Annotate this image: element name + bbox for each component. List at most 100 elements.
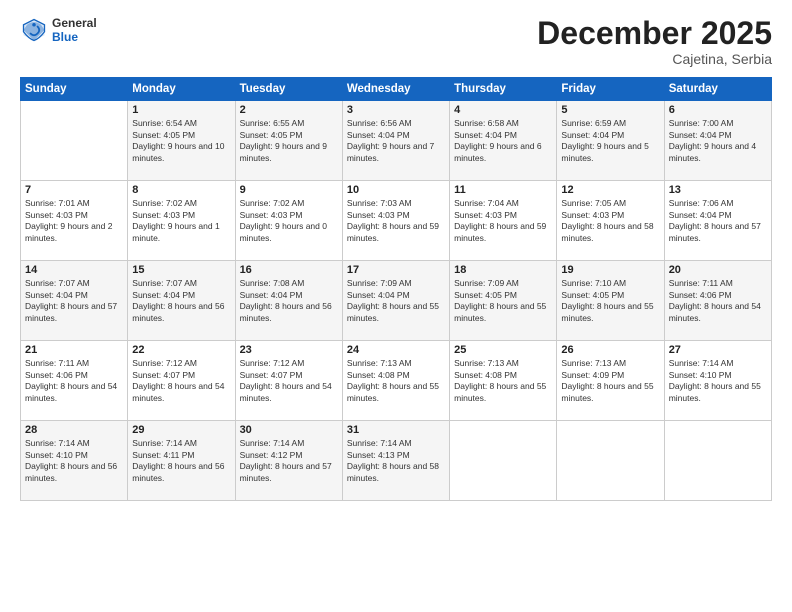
- day-number: 6: [669, 104, 767, 116]
- day-number: 12: [561, 184, 659, 196]
- cell-sunrise: Sunrise: 7:08 AMSunset: 4:04 PMDaylight:…: [240, 278, 332, 322]
- calendar-cell: 1Sunrise: 6:54 AMSunset: 4:05 PMDaylight…: [128, 101, 235, 181]
- calendar-cell: 14 Sunrise: 7:07 AMSunset: 4:04 PMDayligh…: [21, 261, 128, 341]
- day-number: 13: [669, 184, 767, 196]
- day-number: 3: [347, 104, 445, 116]
- cell-sunrise: Sunrise: 6:54 AMSunset: 4:05 PMDaylight:…: [132, 118, 224, 162]
- day-number: 5: [561, 104, 659, 116]
- header: General Blue December 2025 Cajetina, Ser…: [20, 16, 772, 67]
- calendar-week-2: 7Sunrise: 7:01 AMSunset: 4:03 PMDaylight…: [21, 181, 772, 261]
- cell-sunrise: Sunrise: 6:59 AMSunset: 4:04 PMDaylight:…: [561, 118, 648, 162]
- day-number: 25: [454, 344, 552, 356]
- calendar-week-5: 28 Sunrise: 7:14 AMSunset: 4:10 PMDayligh…: [21, 421, 772, 501]
- day-number: 23: [240, 344, 338, 356]
- calendar-week-4: 21 Sunrise: 7:11 AMSunset: 4:06 PMDayligh…: [21, 341, 772, 421]
- cell-sunrise: Sunrise: 7:11 AMSunset: 4:06 PMDaylight:…: [669, 278, 761, 322]
- month-title: December 2025: [537, 16, 772, 51]
- calendar-cell: 31 Sunrise: 7:14 AMSunset: 4:13 PMDayligh…: [342, 421, 449, 501]
- calendar-cell: 15Sunrise: 7:07 AMSunset: 4:04 PMDayligh…: [128, 261, 235, 341]
- title-block: December 2025 Cajetina, Serbia: [537, 16, 772, 67]
- day-number: 18: [454, 264, 552, 276]
- cell-sunrise: Sunrise: 7:05 AMSunset: 4:03 PMDaylight:…: [561, 198, 653, 242]
- day-number: 30: [240, 424, 338, 436]
- cell-sunrise: Sunrise: 7:00 AMSunset: 4:04 PMDaylight:…: [669, 118, 756, 162]
- calendar-cell: 27 Sunrise: 7:14 AMSunset: 4:10 PMDayligh…: [664, 341, 771, 421]
- day-number: 31: [347, 424, 445, 436]
- cell-sunrise: Sunrise: 7:03 AMSunset: 4:03 PMDaylight:…: [347, 198, 439, 242]
- day-number: 19: [561, 264, 659, 276]
- cell-sunrise: Sunrise: 7:12 AMSunset: 4:07 PMDaylight:…: [132, 358, 224, 402]
- cell-sunrise: Sunrise: 7:13 AMSunset: 4:08 PMDaylight:…: [347, 358, 439, 402]
- subtitle: Cajetina, Serbia: [537, 51, 772, 67]
- calendar-cell: 10 Sunrise: 7:03 AMSunset: 4:03 PMDayligh…: [342, 181, 449, 261]
- calendar-cell: 24 Sunrise: 7:13 AMSunset: 4:08 PMDayligh…: [342, 341, 449, 421]
- day-number: 20: [669, 264, 767, 276]
- day-number: 16: [240, 264, 338, 276]
- cell-sunrise: Sunrise: 7:07 AMSunset: 4:04 PMDaylight:…: [132, 278, 224, 322]
- day-header-friday: Friday: [557, 78, 664, 101]
- calendar-cell: 2Sunrise: 6:55 AMSunset: 4:05 PMDaylight…: [235, 101, 342, 181]
- calendar-cell: 17 Sunrise: 7:09 AMSunset: 4:04 PMDayligh…: [342, 261, 449, 341]
- calendar-cell: 26Sunrise: 7:13 AMSunset: 4:09 PMDayligh…: [557, 341, 664, 421]
- header-row: SundayMondayTuesdayWednesdayThursdayFrid…: [21, 78, 772, 101]
- calendar-cell: 13Sunrise: 7:06 AMSunset: 4:04 PMDayligh…: [664, 181, 771, 261]
- day-number: 11: [454, 184, 552, 196]
- logo-text: General Blue: [52, 16, 97, 45]
- calendar-cell: 7Sunrise: 7:01 AMSunset: 4:03 PMDaylight…: [21, 181, 128, 261]
- calendar-week-3: 14 Sunrise: 7:07 AMSunset: 4:04 PMDayligh…: [21, 261, 772, 341]
- cell-sunrise: Sunrise: 7:13 AMSunset: 4:08 PMDaylight:…: [454, 358, 546, 402]
- cell-sunrise: Sunrise: 7:13 AMSunset: 4:09 PMDaylight:…: [561, 358, 653, 402]
- cell-sunrise: Sunrise: 7:14 AMSunset: 4:10 PMDaylight:…: [25, 438, 117, 482]
- page: General Blue December 2025 Cajetina, Ser…: [0, 0, 792, 612]
- day-number: 28: [25, 424, 123, 436]
- calendar-cell: [557, 421, 664, 501]
- logo-blue: Blue: [52, 30, 97, 44]
- calendar-cell: 30Sunrise: 7:14 AMSunset: 4:12 PMDayligh…: [235, 421, 342, 501]
- day-number: 27: [669, 344, 767, 356]
- calendar-cell: 4 Sunrise: 6:58 AMSunset: 4:04 PMDaylight…: [450, 101, 557, 181]
- day-number: 10: [347, 184, 445, 196]
- calendar-cell: [664, 421, 771, 501]
- calendar-cell: [450, 421, 557, 501]
- day-number: 9: [240, 184, 338, 196]
- cell-sunrise: Sunrise: 6:58 AMSunset: 4:04 PMDaylight:…: [454, 118, 541, 162]
- calendar-cell: 25 Sunrise: 7:13 AMSunset: 4:08 PMDayligh…: [450, 341, 557, 421]
- cell-sunrise: Sunrise: 7:02 AMSunset: 4:03 PMDaylight:…: [240, 198, 327, 242]
- calendar-cell: 11Sunrise: 7:04 AMSunset: 4:03 PMDayligh…: [450, 181, 557, 261]
- day-number: 8: [132, 184, 230, 196]
- calendar-cell: 12 Sunrise: 7:05 AMSunset: 4:03 PMDayligh…: [557, 181, 664, 261]
- calendar-cell: 9 Sunrise: 7:02 AMSunset: 4:03 PMDaylight…: [235, 181, 342, 261]
- cell-sunrise: Sunrise: 7:14 AMSunset: 4:13 PMDaylight:…: [347, 438, 439, 482]
- cell-sunrise: Sunrise: 7:09 AMSunset: 4:05 PMDaylight:…: [454, 278, 546, 322]
- day-number: 24: [347, 344, 445, 356]
- cell-sunrise: Sunrise: 7:11 AMSunset: 4:06 PMDaylight:…: [25, 358, 117, 402]
- day-number: 14: [25, 264, 123, 276]
- cell-sunrise: Sunrise: 7:14 AMSunset: 4:11 PMDaylight:…: [132, 438, 224, 482]
- day-header-thursday: Thursday: [450, 78, 557, 101]
- day-header-sunday: Sunday: [21, 78, 128, 101]
- day-number: 21: [25, 344, 123, 356]
- day-number: 17: [347, 264, 445, 276]
- calendar-cell: 29Sunrise: 7:14 AMSunset: 4:11 PMDayligh…: [128, 421, 235, 501]
- logo: General Blue: [20, 16, 97, 45]
- calendar-cell: 22 Sunrise: 7:12 AMSunset: 4:07 PMDayligh…: [128, 341, 235, 421]
- day-number: 22: [132, 344, 230, 356]
- cell-sunrise: Sunrise: 7:02 AMSunset: 4:03 PMDaylight:…: [132, 198, 219, 242]
- calendar-cell: 16 Sunrise: 7:08 AMSunset: 4:04 PMDayligh…: [235, 261, 342, 341]
- cell-sunrise: Sunrise: 7:09 AMSunset: 4:04 PMDaylight:…: [347, 278, 439, 322]
- day-number: 2: [240, 104, 338, 116]
- calendar-cell: 19 Sunrise: 7:10 AMSunset: 4:05 PMDayligh…: [557, 261, 664, 341]
- cell-sunrise: Sunrise: 7:14 AMSunset: 4:10 PMDaylight:…: [669, 358, 761, 402]
- cell-sunrise: Sunrise: 7:10 AMSunset: 4:05 PMDaylight:…: [561, 278, 653, 322]
- calendar-cell: 3Sunrise: 6:56 AMSunset: 4:04 PMDaylight…: [342, 101, 449, 181]
- calendar-cell: 18 Sunrise: 7:09 AMSunset: 4:05 PMDayligh…: [450, 261, 557, 341]
- cell-sunrise: Sunrise: 7:01 AMSunset: 4:03 PMDaylight:…: [25, 198, 112, 242]
- day-header-tuesday: Tuesday: [235, 78, 342, 101]
- day-number: 4: [454, 104, 552, 116]
- calendar-cell: 20 Sunrise: 7:11 AMSunset: 4:06 PMDayligh…: [664, 261, 771, 341]
- calendar-table: SundayMondayTuesdayWednesdayThursdayFrid…: [20, 77, 772, 501]
- calendar-cell: [21, 101, 128, 181]
- calendar-cell: 28 Sunrise: 7:14 AMSunset: 4:10 PMDayligh…: [21, 421, 128, 501]
- calendar-cell: 21 Sunrise: 7:11 AMSunset: 4:06 PMDayligh…: [21, 341, 128, 421]
- cell-sunrise: Sunrise: 7:07 AMSunset: 4:04 PMDaylight:…: [25, 278, 117, 322]
